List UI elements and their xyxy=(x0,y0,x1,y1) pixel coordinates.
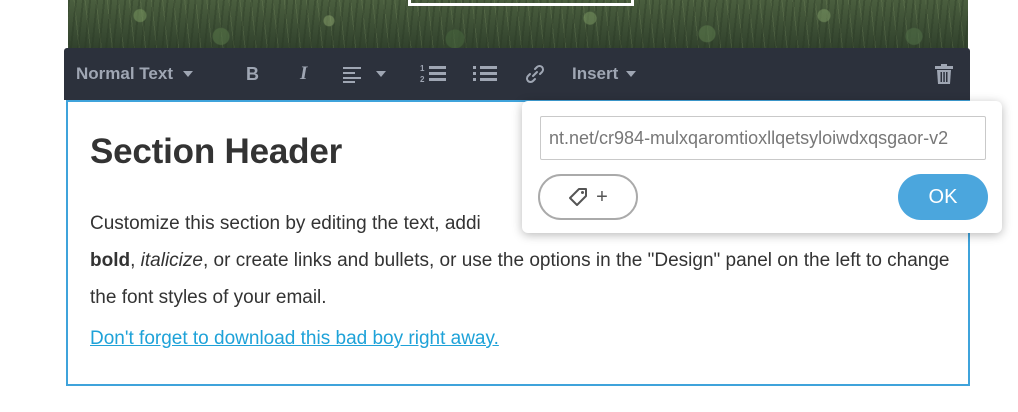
body-italic-text: italicize xyxy=(140,250,203,271)
tag-icon xyxy=(569,188,588,206)
email-editor: Normal Text B I 1 2 Insert Section Heade… xyxy=(0,0,1018,412)
body-bold-text: bold xyxy=(90,250,131,271)
add-tag-button[interactable]: + xyxy=(538,174,638,220)
italic-button[interactable]: I xyxy=(300,48,307,100)
svg-text:2: 2 xyxy=(420,75,425,84)
insert-dropdown[interactable]: Insert xyxy=(572,48,637,100)
link-icon xyxy=(525,64,545,84)
svg-text:1: 1 xyxy=(420,64,425,73)
bold-icon: B xyxy=(246,63,259,84)
italic-icon: I xyxy=(300,63,308,84)
section-title[interactable]: Section Header xyxy=(90,132,342,172)
chevron-down-icon xyxy=(183,71,193,77)
align-dropdown[interactable] xyxy=(342,48,386,100)
link-button[interactable] xyxy=(524,48,546,100)
bulleted-list-button[interactable] xyxy=(472,48,498,100)
download-link[interactable]: Don't forget to download this bad boy ri… xyxy=(90,328,499,350)
chevron-down-icon xyxy=(626,71,637,77)
delete-button[interactable] xyxy=(934,48,954,100)
numbered-list-icon: 1 2 xyxy=(420,64,446,84)
body-text-3: , or create links and bullets, or use th… xyxy=(90,250,950,308)
chevron-down-icon xyxy=(376,71,386,77)
align-icon xyxy=(343,67,361,83)
ok-button[interactable]: OK xyxy=(898,174,988,220)
url-input[interactable]: nt.net/cr984-mulxqaromtioxllqetsyloiwdxq… xyxy=(540,116,986,160)
text-style-label: Normal Text xyxy=(76,64,173,83)
trash-icon xyxy=(935,64,953,84)
insert-label: Insert xyxy=(572,64,619,83)
header-image[interactable] xyxy=(68,0,968,52)
body-text-2: , xyxy=(130,250,141,271)
plus-icon: + xyxy=(596,185,608,208)
body-text-1: Customize this section by editing the te… xyxy=(90,213,481,234)
bold-button[interactable]: B xyxy=(246,48,259,100)
numbered-list-button[interactable]: 1 2 xyxy=(420,48,448,100)
bulleted-list-icon xyxy=(473,66,497,81)
link-popup: nt.net/cr984-mulxqaromtioxllqetsyloiwdxq… xyxy=(522,101,1002,233)
image-overlay-box xyxy=(408,0,634,6)
text-style-dropdown[interactable]: Normal Text xyxy=(76,48,193,100)
text-toolbar: Normal Text B I 1 2 Insert xyxy=(64,48,970,100)
